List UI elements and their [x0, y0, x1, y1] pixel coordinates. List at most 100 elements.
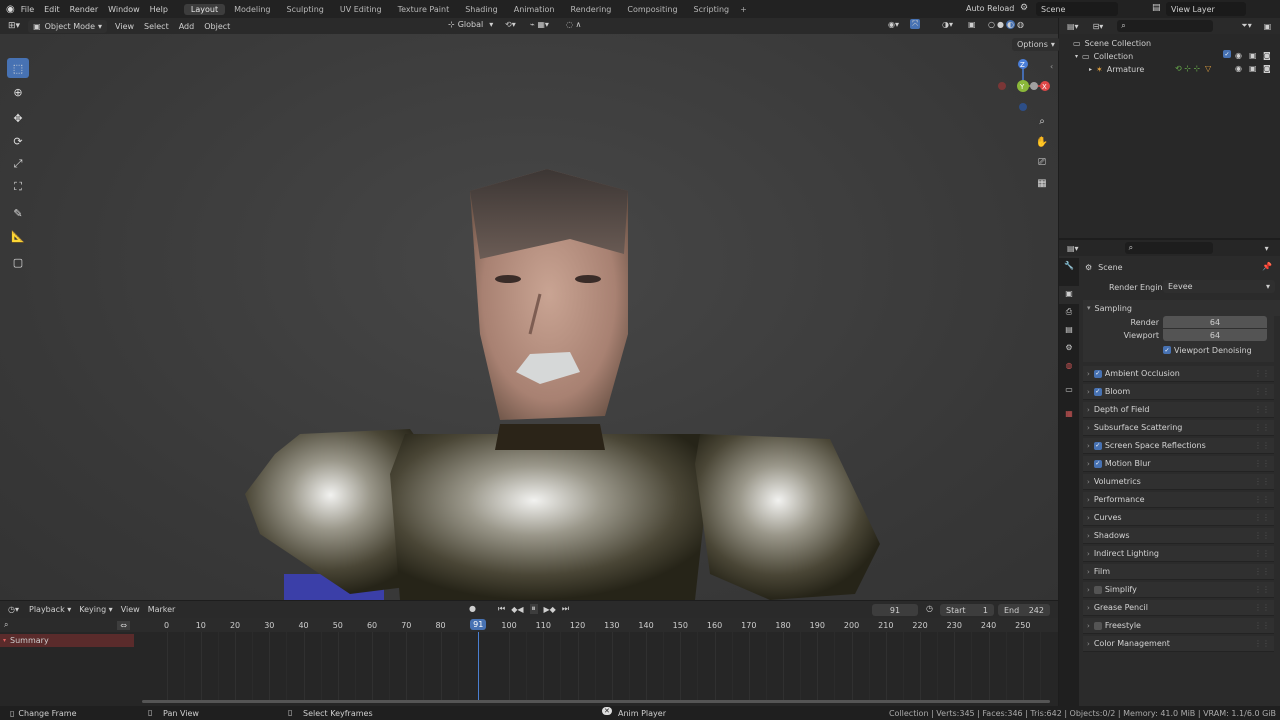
outliner-row-scene-collection[interactable]: ▭ Scene Collection	[1059, 37, 1280, 50]
panel-performance[interactable]: › Performance ⋮⋮	[1083, 492, 1274, 508]
panel-bloom[interactable]: › ✓ Bloom ⋮⋮	[1083, 384, 1274, 400]
panel-simplify[interactable]: › Simplify ⋮⋮	[1083, 582, 1274, 598]
editor-type-icon[interactable]: ◷▾	[8, 605, 19, 614]
drag-handle-icon[interactable]: ⋮⋮	[1254, 531, 1270, 540]
gizmo-toggle-icon[interactable]: ⤧	[910, 19, 921, 29]
cancel-icon[interactable]: ✕	[602, 707, 612, 715]
view-layer-selector[interactable]: View Layer	[1166, 2, 1246, 16]
scene-tab-icon[interactable]: ⚙	[1059, 340, 1079, 358]
transform-orientation[interactable]: ⊹ Global ▾	[448, 20, 493, 29]
exclude-checkbox[interactable]: ✓	[1223, 50, 1231, 58]
drag-handle-icon[interactable]: ⋮⋮	[1254, 369, 1270, 378]
frame-ruler[interactable]: 0 10 20 30 40 50 60 70 80 91 100 110 120 130 140 150 160…	[134, 618, 1058, 632]
mode-selector[interactable]: ▣ Object Mode ▾	[28, 19, 108, 33]
camera-toggle-icon[interactable]: ◙	[1263, 51, 1271, 60]
viewport-menu-add[interactable]: Add	[179, 22, 195, 31]
scene-selector[interactable]: Scene	[1036, 2, 1118, 16]
timeline-menu-marker[interactable]: Marker	[148, 605, 176, 614]
scale-tool-icon[interactable]: ⤢	[7, 154, 29, 174]
panel-depth-of-field[interactable]: › Depth of Field ⋮⋮	[1083, 402, 1274, 418]
panel-checkbox[interactable]: ✓	[1093, 459, 1102, 468]
panel-checkbox[interactable]: ✓	[1093, 369, 1102, 378]
panel-freestyle[interactable]: › Freestyle ⋮⋮	[1083, 618, 1274, 634]
editor-type-icon[interactable]: ▤▾	[1067, 22, 1079, 31]
transform-tool-icon[interactable]: ⛶	[7, 177, 29, 197]
navigation-gizmo[interactable]: Z X Y	[994, 54, 1054, 114]
timeline-menu-view[interactable]: View	[121, 605, 140, 614]
channel-search[interactable]: ⌕ ⇔	[0, 618, 134, 632]
render-engine-dropdown[interactable]: Eevee ▾	[1163, 280, 1275, 293]
display-mode-icon[interactable]: ⊟▾	[1093, 22, 1104, 31]
sampling-panel-header[interactable]: ▾ Sampling	[1083, 300, 1280, 316]
workspace-tab-sculpting[interactable]: Sculpting	[280, 4, 331, 15]
pan-view-icon[interactable]: ✋	[1033, 133, 1051, 151]
options-button[interactable]: Options ▾	[1012, 38, 1060, 51]
snap-icon[interactable]: ⟲▾	[505, 20, 516, 29]
rendered-shading-icon[interactable]: ◍	[1017, 20, 1024, 29]
select-tool-icon[interactable]: ⬚	[7, 58, 29, 78]
viewport-denoising-row[interactable]: ✓ Viewport Denoising	[1083, 342, 1274, 358]
jump-end-icon[interactable]: ⏭	[562, 604, 569, 614]
auto-reload-label[interactable]: Auto Reload	[966, 4, 1014, 13]
panel-motion-blur[interactable]: › ✓ Motion Blur ⋮⋮	[1083, 456, 1274, 472]
drag-handle-icon[interactable]: ⋮⋮	[1254, 477, 1270, 486]
panel-film[interactable]: › Film ⋮⋮	[1083, 564, 1274, 580]
timeline-menu-keying[interactable]: Keying ▾	[79, 605, 112, 614]
timeline[interactable]: ⌕ ⇔ ▾ Summary 0 10 20 30 40 50 60 70 80 91 100 110 1…	[0, 618, 1058, 706]
panel-checkbox[interactable]: ✓	[1093, 387, 1102, 396]
panel-grease-pencil[interactable]: › Grease Pencil ⋮⋮	[1083, 600, 1274, 616]
timeline-menu-playback[interactable]: Playback ▾	[29, 605, 71, 614]
rotate-tool-icon[interactable]: ⟳	[7, 131, 29, 151]
next-keyframe-icon[interactable]: ▶◆	[544, 605, 556, 614]
panel-checkbox[interactable]: ✓	[1093, 441, 1102, 450]
chevron-down-icon[interactable]: ▾	[1075, 53, 1078, 60]
xray-icon[interactable]: ▣	[968, 20, 976, 29]
jump-start-icon[interactable]: ⏮	[498, 604, 505, 614]
solid-shading-icon[interactable]: ●	[997, 20, 1004, 29]
workspace-tab-scripting[interactable]: Scripting	[687, 4, 737, 15]
panel-screen-space-reflections[interactable]: › ✓ Screen Space Reflections ⋮⋮	[1083, 438, 1274, 454]
menu-file[interactable]: File	[21, 5, 34, 14]
camera-view-icon[interactable]: ⎚	[1033, 153, 1051, 171]
proportional-editing-icon[interactable]: ◌ ∧	[566, 20, 581, 29]
drag-handle-icon[interactable]: ⋮⋮	[1254, 423, 1270, 432]
new-collection-icon[interactable]: ▣	[1264, 22, 1272, 31]
record-icon[interactable]: ●	[469, 604, 476, 613]
outliner-row-collection[interactable]: ▾ ▭ Collection ✓ ◉ ▣ ◙	[1059, 50, 1280, 63]
add-workspace-button[interactable]: +	[740, 5, 747, 14]
chevron-down-icon[interactable]: ▾	[1265, 244, 1269, 253]
zoom-view-icon[interactable]: ⌕	[1033, 112, 1051, 130]
drag-handle-icon[interactable]: ⋮⋮	[1254, 405, 1270, 414]
armature-model[interactable]	[240, 134, 890, 600]
panel-ambient-occlusion[interactable]: › ✓ Ambient Occlusion ⋮⋮	[1083, 366, 1274, 382]
panel-subsurface-scattering[interactable]: › Subsurface Scattering ⋮⋮	[1083, 420, 1274, 436]
current-frame-indicator[interactable]: 91	[470, 619, 487, 630]
menu-edit[interactable]: Edit	[44, 5, 60, 14]
panel-color-management[interactable]: › Color Management ⋮⋮	[1083, 636, 1274, 652]
viewport-menu-object[interactable]: Object	[204, 22, 230, 31]
panel-checkbox[interactable]	[1093, 585, 1102, 594]
properties-search-input[interactable]: ⌕	[1124, 242, 1213, 254]
keyframe-area[interactable]	[134, 632, 1058, 706]
editor-type-icon[interactable]: ⊞▾	[8, 21, 20, 31]
stopwatch-icon[interactable]: ◷	[926, 604, 933, 613]
drag-handle-icon[interactable]: ⋮⋮	[1254, 387, 1270, 396]
workspace-tab-uv-editing[interactable]: UV Editing	[333, 4, 389, 15]
panel-curves[interactable]: › Curves ⋮⋮	[1083, 510, 1274, 526]
tool-tab-icon[interactable]: 🔧	[1059, 258, 1079, 276]
blender-logo-icon[interactable]: ◉	[6, 4, 15, 15]
world-tab-icon[interactable]: ◍	[1059, 358, 1079, 376]
menu-help[interactable]: Help	[150, 5, 168, 14]
perspective-toggle-icon[interactable]: ▦	[1033, 174, 1051, 192]
snapping-icon[interactable]: ⌁ ▦▾	[530, 20, 549, 29]
editor-type-icon[interactable]: ▤▾	[1067, 244, 1079, 253]
drag-handle-icon[interactable]: ⋮⋮	[1254, 459, 1270, 468]
workspace-tab-animation[interactable]: Animation	[507, 4, 562, 15]
output-tab-icon[interactable]: ⎙	[1059, 304, 1079, 322]
drag-handle-icon[interactable]: ⋮⋮	[1254, 567, 1270, 576]
workspace-tab-texture-paint[interactable]: Texture Paint	[391, 4, 457, 15]
camera-toggle-icon[interactable]: ◙	[1263, 64, 1271, 73]
overlay-toggle-icon[interactable]: ◑▾	[942, 20, 953, 29]
render-tab-icon[interactable]: ▣	[1059, 286, 1079, 304]
workspace-tab-layout[interactable]: Layout	[183, 3, 226, 15]
